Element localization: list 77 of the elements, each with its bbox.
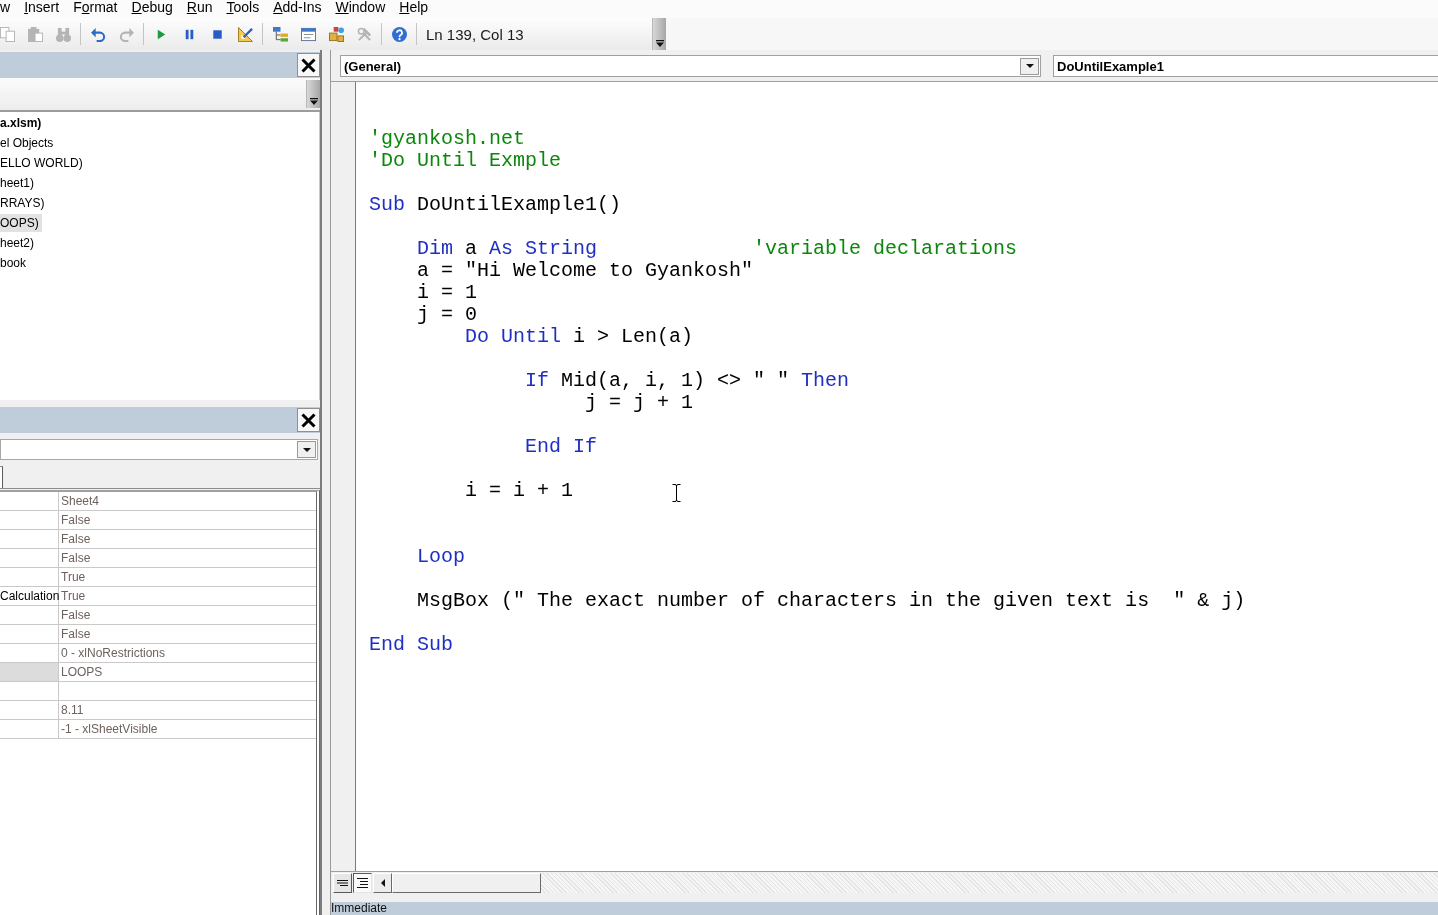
caret-icon — [1025, 64, 1034, 68]
code-line: Dim a As String 'variable declarations — [416, 238, 1018, 260]
property-value-cell-text: 0 - xlNoRestrictions — [60, 645, 167, 662]
close-button[interactable] — [297, 408, 320, 432]
property-value-cell-text: -1 - xlSheetVisible — [60, 721, 159, 738]
menu-item[interactable]: Format — [66, 0, 125, 14]
property-value-cell-text: False — [60, 531, 92, 548]
tree-item[interactable]: a.xlsm) — [0, 114, 45, 132]
dropdown-button[interactable] — [1020, 57, 1039, 75]
tree-item[interactable]: el Objects — [0, 134, 57, 152]
menu-item[interactable]: Run — [179, 0, 220, 14]
tree-item[interactable]: heet2) — [0, 234, 38, 252]
code-line: j = j + 1 — [584, 392, 694, 414]
lines-icon — [337, 880, 348, 886]
property-value-cell-text: False — [60, 626, 92, 643]
tree-item[interactable]: RRAYS) — [0, 194, 48, 212]
help-icon[interactable] — [392, 26, 407, 42]
tree-item[interactable]: book — [0, 254, 30, 272]
tree-item[interactable]: OOPS) — [0, 214, 42, 232]
tab[interactable] — [0, 466, 3, 488]
property-value-cell-text: True — [60, 569, 87, 586]
scroll-left-button[interactable] — [373, 873, 392, 893]
menu-item[interactable]: Insert — [17, 0, 67, 14]
lines-icon — [357, 878, 368, 888]
caret-icon — [309, 98, 318, 105]
code-line: i = 1 — [416, 282, 478, 304]
code-line: 'gyankosh.net — [369, 128, 526, 150]
code-line: Sub DoUntilExample1() — [369, 194, 622, 216]
property-name-cell: Calculation — [0, 587, 59, 605]
property-value-cell-text: 8.11 — [60, 702, 85, 719]
combobox-value: (General) — [344, 58, 402, 74]
left-arrow-icon — [380, 879, 385, 887]
tree-item[interactable]: ELLO WORLD) — [0, 154, 86, 172]
code-line: Loop — [416, 546, 465, 568]
close-icon — [301, 412, 316, 428]
close-button[interactable] — [297, 53, 320, 77]
object-combobox[interactable]: (General) — [340, 55, 1041, 77]
code-line: 'Do Until Exmple — [369, 150, 562, 172]
tree-item[interactable]: heet1) — [0, 174, 38, 192]
property-value-cell-text: False — [60, 512, 92, 529]
full-module-view-button[interactable] — [353, 873, 372, 893]
menu-item[interactable]: Window — [328, 0, 393, 14]
procedure-view-button[interactable] — [333, 873, 352, 893]
property-value-cell-text: False — [60, 607, 92, 624]
code-line: i = i + 1 — [464, 480, 574, 502]
code-line: If Mid(a, i, 1) <> " " Then — [524, 370, 850, 392]
code-line: Do Until i > Len(a) — [464, 326, 694, 348]
menu-item[interactable]: Debug — [124, 0, 180, 14]
close-icon — [301, 57, 316, 73]
procedure-combobox[interactable]: DoUntilExample1 — [1053, 55, 1438, 77]
shapes-icon[interactable] — [329, 26, 344, 42]
scroll-thumb[interactable] — [392, 873, 541, 893]
cursor-position-label: Ln 139, Col 13 — [426, 25, 524, 43]
menu-item[interactable]: Help — [392, 0, 436, 14]
menu-item[interactable]: w — [0, 0, 18, 14]
caret-icon — [302, 447, 311, 452]
code-line: j = 0 — [416, 304, 478, 326]
tree-icon[interactable] — [273, 26, 288, 42]
property-value-cell-text: LOOPS — [60, 664, 104, 681]
menu-item[interactable]: Tools — [219, 0, 267, 14]
code-line: End Sub — [369, 634, 453, 656]
property-value-cell-text: False — [60, 550, 92, 567]
code-line: a = "Hi Welcome to Gyankosh" — [416, 260, 754, 282]
code-line: MsgBox (" The exact number of characters in the given text is " & j) — [416, 590, 1246, 612]
property-value-cell-text: Sheet4 — [60, 493, 101, 510]
property-value-cell-text: True — [60, 588, 87, 605]
caret-icon — [655, 40, 664, 47]
undo-icon[interactable] — [91, 26, 106, 42]
dropdown-button[interactable] — [297, 441, 316, 458]
text-cursor-icon — [672, 484, 681, 502]
code-line: End If — [524, 436, 598, 458]
toolbar-overflow-button[interactable] — [652, 18, 666, 50]
toolbar-overflow-button[interactable] — [306, 80, 320, 108]
window-icon[interactable] — [301, 26, 316, 42]
menu-item[interactable]: Add-Ins — [266, 0, 329, 14]
combobox-value: DoUntilExample1 — [1057, 58, 1164, 74]
panel-title: Immediate — [331, 902, 388, 915]
